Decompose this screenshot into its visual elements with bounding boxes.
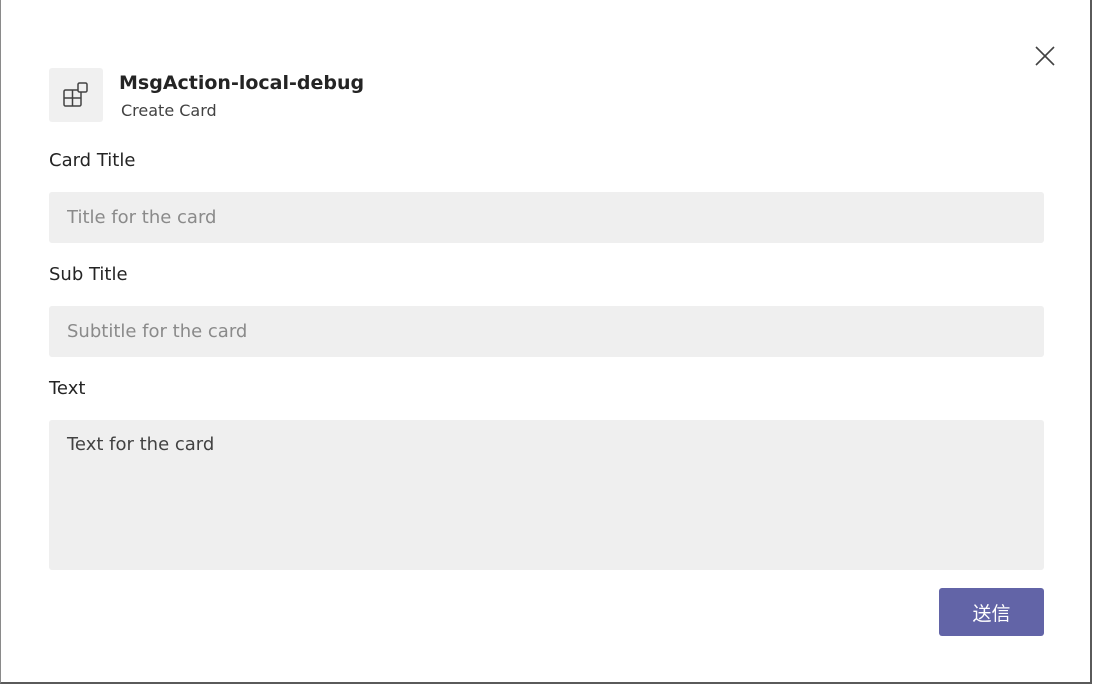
apps-grid-icon — [63, 82, 88, 107]
close-button[interactable] — [1029, 40, 1061, 72]
app-name: MsgAction-local-debug — [119, 72, 365, 94]
card-title-input[interactable] — [49, 192, 1044, 243]
sub-title-label: Sub Title — [49, 264, 128, 285]
command-name: Create Card — [121, 101, 217, 120]
card-text-textarea[interactable]: Text for the card — [49, 420, 1044, 570]
sub-title-input[interactable] — [49, 306, 1044, 357]
submit-button[interactable]: 送信 — [939, 588, 1044, 636]
close-icon — [1035, 46, 1055, 66]
text-label: Text — [49, 378, 86, 399]
card-title-label: Card Title — [49, 150, 136, 171]
app-icon — [49, 68, 103, 122]
task-module-dialog: MsgAction-local-debug Create Card Card T… — [0, 0, 1092, 684]
